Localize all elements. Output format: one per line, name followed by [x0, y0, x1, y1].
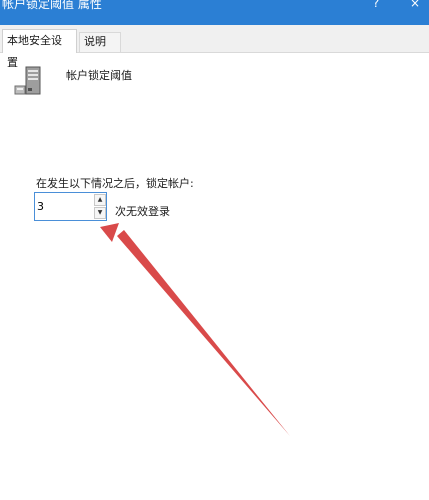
- tab-local-security-setting[interactable]: 本地安全设置: [2, 29, 77, 69]
- tab-explain[interactable]: 说明: [79, 32, 121, 52]
- server-policy-icon: [14, 64, 44, 96]
- tab-strip: 本地安全设置 说明: [0, 25, 429, 69]
- invalid-logon-unit-label: 次无效登录: [115, 205, 170, 218]
- window-title: 帐户锁定阈值 属性: [2, 0, 102, 11]
- lockout-threshold-spinner[interactable]: ▲ ▼: [34, 192, 107, 221]
- server-policy-icon-graphic: [14, 66, 41, 95]
- annotation-arrow: [100, 223, 290, 436]
- lockout-prompt-label: 在发生以下情况之后，锁定帐户:: [36, 177, 194, 190]
- title-bar: 帐户锁定阈值 属性 ? ×: [0, 0, 429, 25]
- annotation-arrow-head: [100, 223, 119, 242]
- lockout-threshold-input[interactable]: [37, 196, 91, 216]
- close-button[interactable]: ×: [405, 0, 425, 11]
- spinner-buttons: ▲ ▼: [94, 194, 106, 219]
- spinner-down-button[interactable]: ▼: [94, 207, 106, 219]
- policy-title: 帐户锁定阈值: [66, 69, 132, 82]
- help-button[interactable]: ?: [366, 0, 386, 11]
- spinner-up-button[interactable]: ▲: [94, 194, 106, 206]
- annotation-arrow-shaft: [117, 230, 290, 436]
